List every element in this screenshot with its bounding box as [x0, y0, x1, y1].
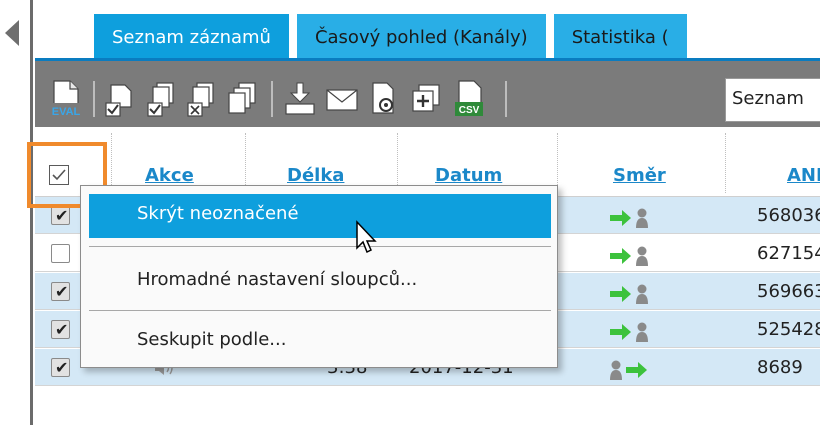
- outgoing-call-icon: [610, 245, 680, 267]
- outgoing-call-icon: [610, 321, 680, 343]
- cell-ani: 8689: [757, 357, 803, 378]
- csv-label: CSV: [459, 105, 480, 116]
- tab-seznam-zaznamu[interactable]: Seznam záznamů: [94, 14, 289, 60]
- tab-bar: Seznam záznamů Časový pohled (Kanály) St…: [94, 14, 695, 60]
- column-header-delka[interactable]: Délka: [287, 165, 344, 186]
- cell-ani: 569663: [757, 281, 820, 302]
- row-checkbox[interactable]: [51, 244, 70, 263]
- menu-separator: [89, 310, 551, 311]
- menu-item-bulk-column-settings[interactable]: Hromadné nastavení sloupců...: [89, 260, 551, 304]
- csv-export-icon[interactable]: CSV: [453, 79, 487, 119]
- collapse-left-icon[interactable]: [5, 20, 19, 46]
- uncheck-documents-icon[interactable]: [185, 79, 219, 119]
- add-window-icon[interactable]: [409, 79, 443, 119]
- toolbar-separator: [271, 81, 273, 117]
- check-document-icon[interactable]: [103, 79, 137, 119]
- view-select[interactable]: Seznam: [725, 78, 820, 122]
- cell-ani: 525428: [757, 319, 820, 340]
- download-icon[interactable]: [283, 79, 317, 119]
- check-documents-icon[interactable]: [145, 79, 179, 119]
- checkmark-icon: ✔: [55, 206, 69, 225]
- row-checkbox[interactable]: ✔: [51, 206, 70, 225]
- mouse-cursor-icon: [355, 220, 381, 258]
- tab-statistika[interactable]: Statistika (: [553, 14, 687, 60]
- left-border: [30, 0, 33, 425]
- outgoing-call-icon: [610, 283, 680, 305]
- menu-item-hide-unchecked[interactable]: Skrýt neoznačené: [89, 194, 551, 238]
- cell-ani: 627154: [757, 243, 820, 264]
- eval-icon[interactable]: EVAL: [49, 79, 83, 119]
- row-checkbox[interactable]: ✔: [51, 358, 70, 377]
- incoming-call-icon: [610, 359, 680, 381]
- column-header-akce[interactable]: Akce: [145, 165, 194, 186]
- toolbar-separator: [505, 81, 507, 117]
- toolbar-separator: [93, 81, 95, 117]
- menu-separator: [89, 246, 551, 247]
- email-icon[interactable]: [325, 79, 359, 119]
- row-checkbox[interactable]: ✔: [51, 320, 70, 339]
- toolbar: EVAL CSV Seznam: [35, 61, 820, 127]
- menu-item-group-by[interactable]: Seskupit podle...: [89, 320, 551, 364]
- column-header-datum[interactable]: Datum: [435, 165, 502, 186]
- checkmark-icon: ✔: [55, 282, 69, 301]
- tab-casovy-pohled[interactable]: Časový pohled (Kanály): [296, 14, 546, 60]
- eval-label: EVAL: [52, 106, 81, 118]
- column-header-smer[interactable]: Směr: [613, 165, 666, 186]
- documents-icon[interactable]: [225, 79, 259, 119]
- cell-ani: 568036: [757, 205, 820, 226]
- context-menu: Skrýt neoznačené Hromadné nastavení slou…: [80, 185, 558, 368]
- left-collapse-strip: [0, 0, 38, 425]
- checkmark-icon: ✔: [55, 358, 69, 377]
- checkmark-icon: ✔: [55, 320, 69, 339]
- document-settings-icon[interactable]: [367, 79, 401, 119]
- row-checkbox[interactable]: ✔: [51, 282, 70, 301]
- column-header-ani[interactable]: ANI: [787, 165, 820, 186]
- outgoing-call-icon: [610, 207, 680, 229]
